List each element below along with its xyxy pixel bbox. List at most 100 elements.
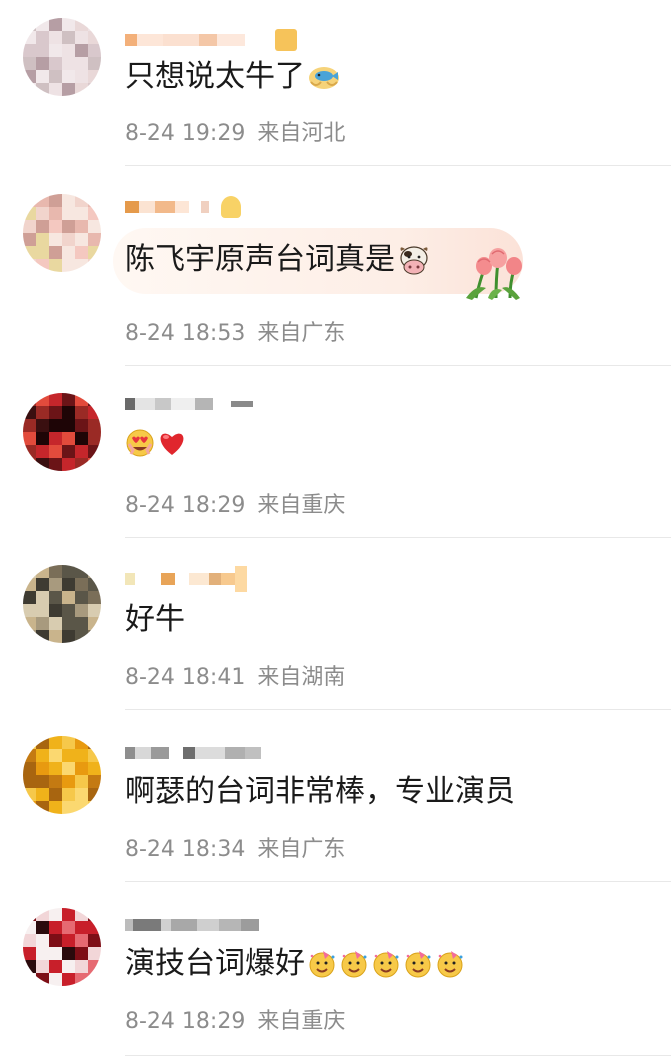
avatar-pixel <box>36 749 49 762</box>
party-face-emoji-icon <box>405 951 431 978</box>
avatar-pixel <box>62 617 75 630</box>
party-emoji-group <box>307 949 465 979</box>
avatar-pixel <box>75 604 88 617</box>
avatar-pixel <box>75 18 88 31</box>
comment-date: 8-24 18:53 <box>125 321 246 346</box>
avatar-pixel <box>23 246 36 259</box>
comment-text <box>125 428 187 458</box>
avatar-pixel <box>75 194 88 207</box>
avatar[interactable] <box>23 565 101 643</box>
avatar-pixel <box>49 617 62 630</box>
avatar-pixel <box>62 259 75 272</box>
avatar-pixel <box>62 419 75 432</box>
avatar-pixel <box>88 44 101 57</box>
avatar-pixel <box>36 220 49 233</box>
comment-text: 好牛 <box>125 600 185 640</box>
avatar-pixel <box>23 749 36 762</box>
avatar-pixel <box>88 604 101 617</box>
comment-item[interactable]: 好牛 8-24 18:41 来自湖南 <box>0 538 671 710</box>
comment-location: 来自河北 <box>257 121 346 146</box>
avatar-pixel <box>23 947 36 960</box>
avatar-pixel <box>75 801 88 814</box>
avatar[interactable] <box>23 393 101 471</box>
avatar-pixel <box>88 630 101 643</box>
avatar-pixel <box>36 207 49 220</box>
avatar-pixel <box>62 83 75 96</box>
username-blurred[interactable] <box>125 912 259 938</box>
avatar-pixel <box>23 220 36 233</box>
comment-item[interactable]: 演技台词爆好 8-24 18:29 来自重庆 <box>0 882 671 1056</box>
avatar-pixel <box>36 801 49 814</box>
avatar-pixel <box>88 31 101 44</box>
avatar-pixel <box>62 432 75 445</box>
avatar-pixel <box>75 960 88 973</box>
avatar-pixel <box>36 432 49 445</box>
avatar-pixel <box>75 591 88 604</box>
avatar-pixel <box>36 194 49 207</box>
avatar-pixel <box>36 246 49 259</box>
avatar-pixel <box>62 762 75 775</box>
avatar-pixel <box>49 207 62 220</box>
username-blurred[interactable] <box>125 566 247 592</box>
red-heart-emoji-icon <box>160 433 184 455</box>
username-blurred[interactable] <box>125 740 261 766</box>
avatar-pixel <box>88 406 101 419</box>
avatar-pixel <box>88 591 101 604</box>
comment-text: 演技台词爆好 <box>125 944 465 984</box>
username-blurred[interactable] <box>125 194 241 220</box>
avatar-pixel <box>49 749 62 762</box>
avatar-pixel <box>49 44 62 57</box>
avatar-pixel <box>36 233 49 246</box>
avatar-pixel <box>62 246 75 259</box>
avatar[interactable] <box>23 18 101 96</box>
avatar-pixel <box>88 246 101 259</box>
comment-item[interactable]: 陈飞宇原声台词真是 8-24 18:53 来自广东 <box>0 166 671 366</box>
username-blurred[interactable] <box>125 27 297 53</box>
avatar-pixel <box>36 934 49 947</box>
avatar-pixel <box>75 220 88 233</box>
avatar-pixel <box>49 419 62 432</box>
avatar-pixel <box>23 406 36 419</box>
avatar-pixel <box>75 44 88 57</box>
avatar[interactable] <box>23 736 101 814</box>
comment-item[interactable]: 只想说太牛了 8-24 19:29 来自河北 <box>0 0 671 166</box>
avatar-pixel <box>62 18 75 31</box>
comment-text: 陈飞宇原声台词真是 <box>125 240 431 280</box>
avatar-pixel <box>62 788 75 801</box>
avatar-pixel <box>49 406 62 419</box>
avatar[interactable] <box>23 194 101 272</box>
avatar-pixel <box>75 565 88 578</box>
avatar-pixel <box>62 775 75 788</box>
avatar-pixel <box>88 445 101 458</box>
avatar-pixel <box>88 736 101 749</box>
username-blurred[interactable] <box>125 391 253 417</box>
avatar-pixel <box>88 775 101 788</box>
avatar[interactable] <box>23 908 101 986</box>
avatar-pixel <box>75 57 88 70</box>
avatar-pixel <box>23 973 36 986</box>
avatar-pixel <box>36 591 49 604</box>
avatar-pixel <box>62 220 75 233</box>
avatar-pixel <box>36 736 49 749</box>
avatar-pixel <box>49 220 62 233</box>
avatar-pixel <box>36 973 49 986</box>
avatar-pixel <box>62 604 75 617</box>
avatar-pixel <box>23 419 36 432</box>
avatar-pixel <box>49 565 62 578</box>
avatar-pixel <box>36 908 49 921</box>
avatar-pixel <box>23 233 36 246</box>
party-face-emoji-icon <box>373 951 399 978</box>
avatar-pixel <box>49 591 62 604</box>
avatar-pixel <box>88 788 101 801</box>
avatar-pixel <box>75 246 88 259</box>
avatar-pixel <box>75 947 88 960</box>
avatar-pixel <box>62 934 75 947</box>
avatar-pixel <box>49 947 62 960</box>
comment-date: 8-24 19:29 <box>125 121 246 146</box>
avatar-pixel <box>23 960 36 973</box>
comment-item[interactable]: 啊瑟的台词非常棒，专业演员 8-24 18:34 来自广东 <box>0 710 671 882</box>
avatar-pixel <box>88 220 101 233</box>
comment-item[interactable]: 8-24 18:29 来自重庆 <box>0 366 671 538</box>
avatar-pixel <box>88 194 101 207</box>
avatar-pixel <box>62 44 75 57</box>
